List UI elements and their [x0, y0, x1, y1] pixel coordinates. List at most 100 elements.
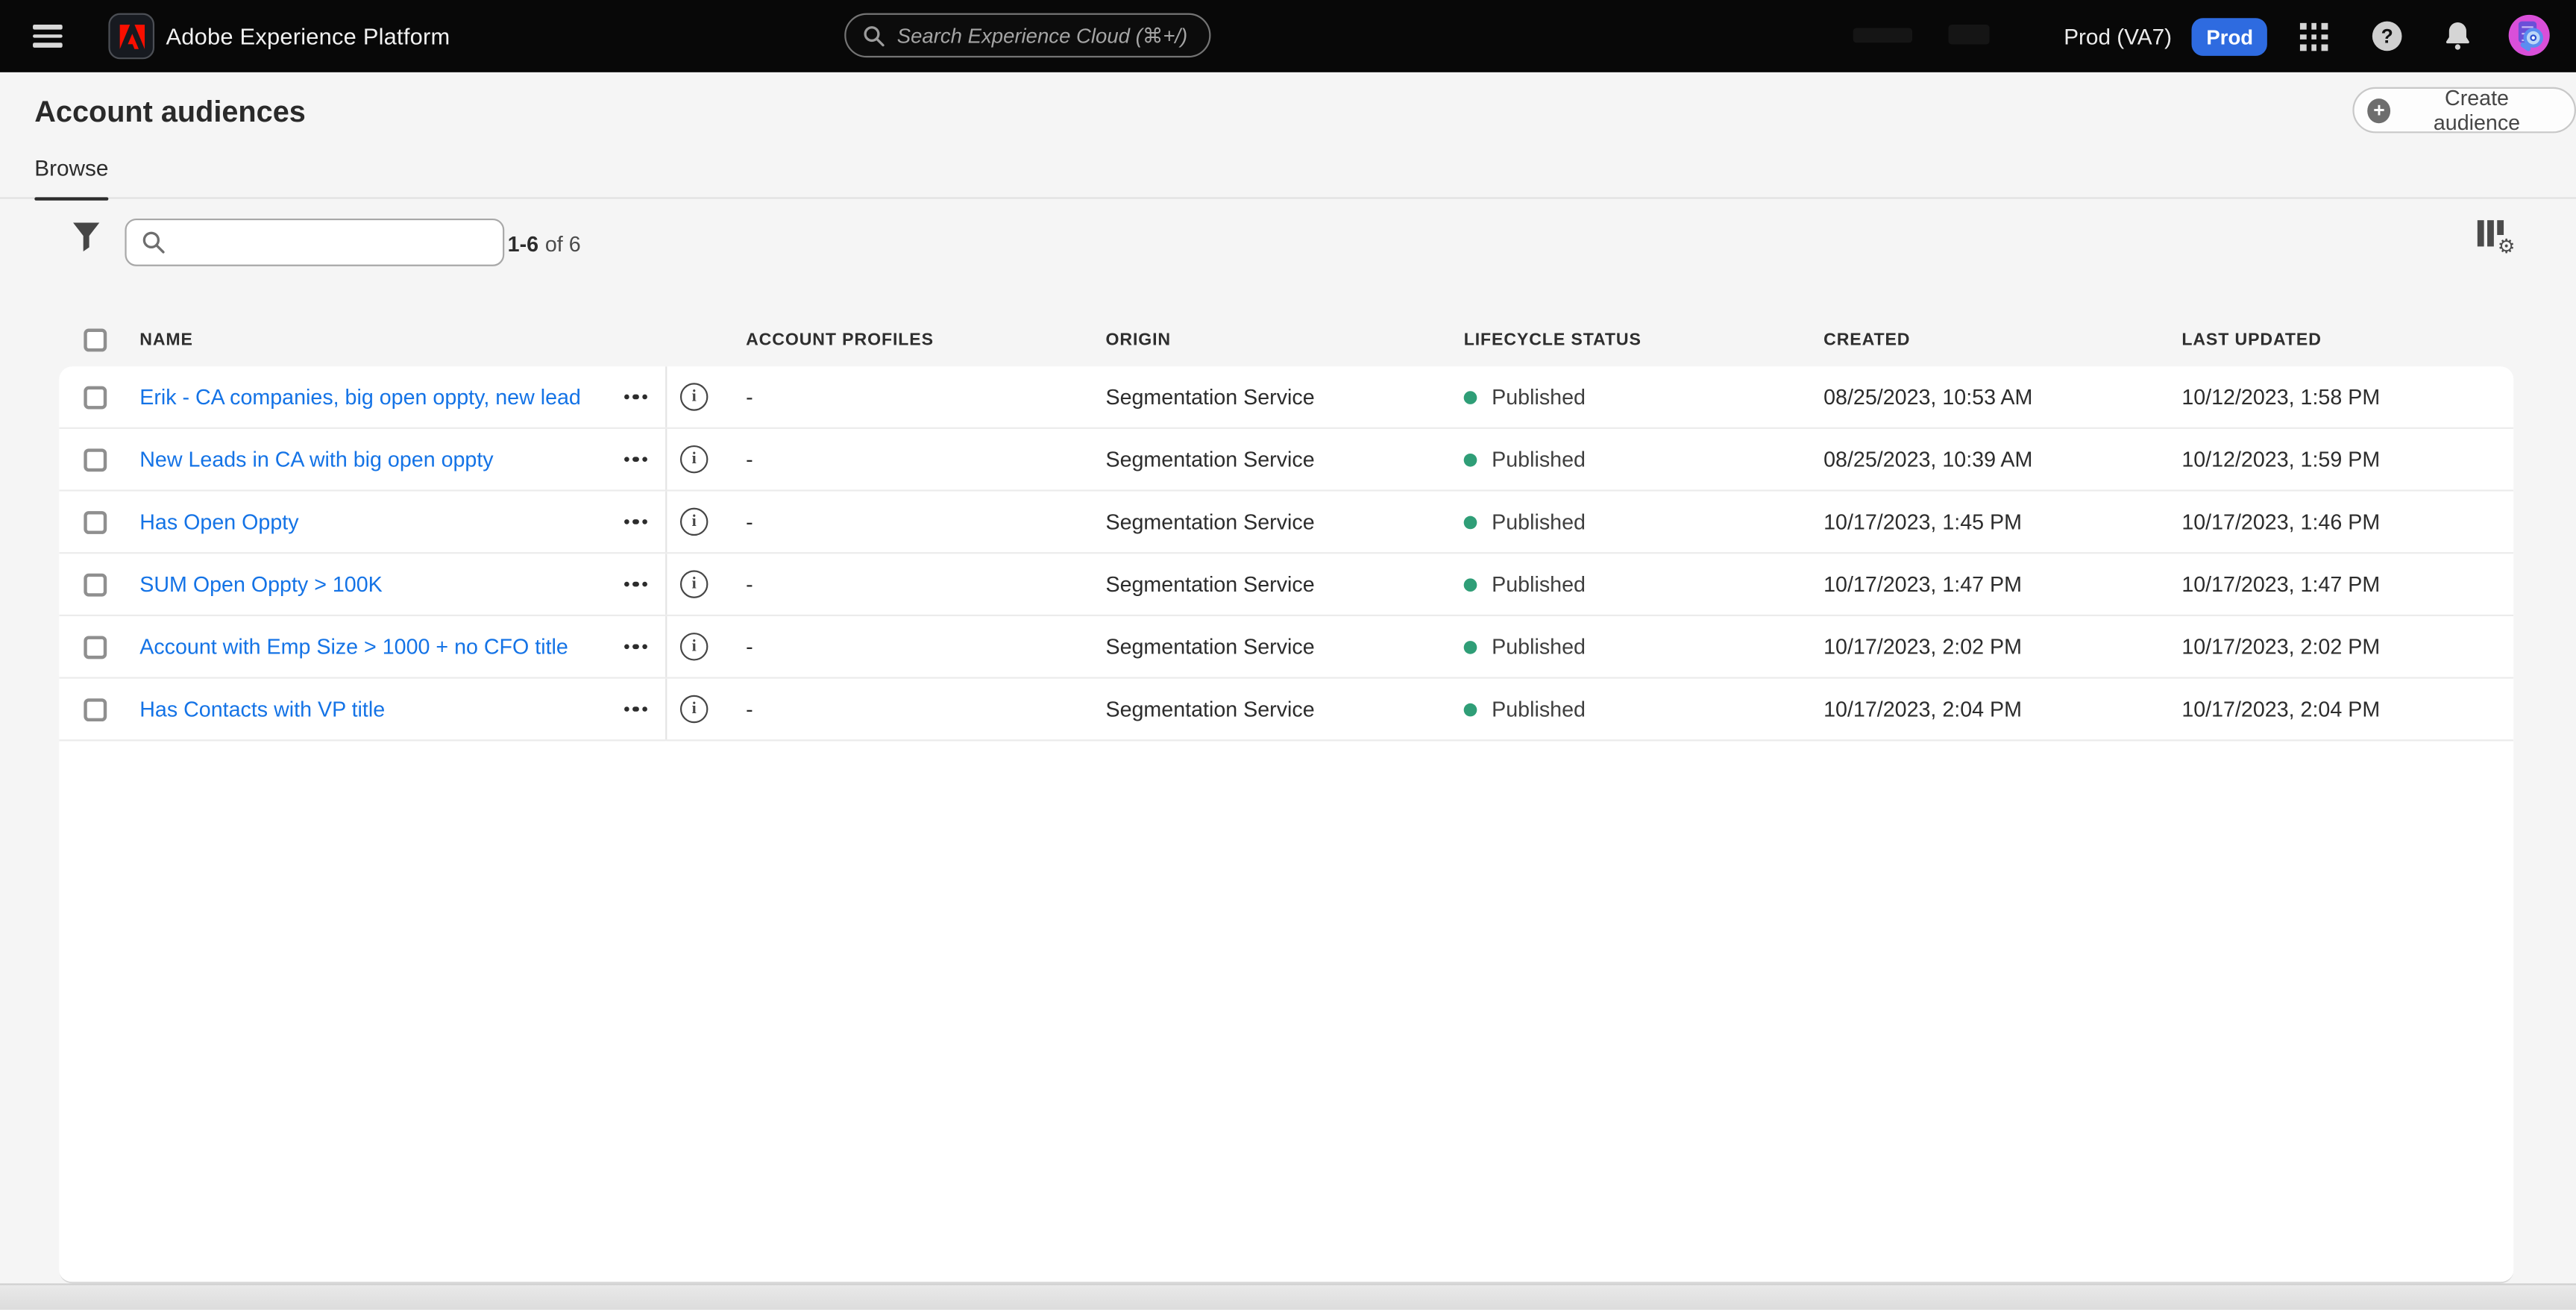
updated-cell: 10/17/2023, 1:47 PM: [2181, 572, 2513, 597]
updated-cell: 10/17/2023, 2:04 PM: [2181, 697, 2513, 721]
row-actions-menu-icon[interactable]: [606, 394, 665, 399]
row-actions-menu-icon[interactable]: [606, 644, 665, 649]
row-checkbox[interactable]: [84, 510, 107, 533]
row-actions-menu-icon[interactable]: [606, 706, 665, 712]
create-audience-button[interactable]: + Create audience: [2352, 87, 2576, 134]
lifecycle-status-cell: Published: [1464, 572, 1823, 597]
row-checkbox[interactable]: [84, 448, 107, 471]
status-label: Published: [1492, 384, 1586, 409]
audience-name-link[interactable]: Account with Emp Size > 1000 + no CFO ti…: [139, 634, 606, 659]
row-actions-menu-icon[interactable]: [606, 582, 665, 587]
audience-name-link[interactable]: New Leads in CA with big open oppty: [139, 447, 606, 471]
row-checkbox[interactable]: [84, 386, 107, 409]
column-header-last-updated[interactable]: LAST UPDATED: [2181, 330, 2513, 349]
status-dot-icon: [1464, 577, 1477, 591]
account-profiles-cell: -: [746, 447, 1105, 471]
audience-name-link[interactable]: SUM Open Oppty > 100K: [139, 572, 606, 597]
hamburger-menu-icon[interactable]: [33, 25, 63, 48]
origin-cell: Segmentation Service: [1105, 697, 1463, 721]
adobe-logo[interactable]: [108, 13, 154, 60]
created-cell: 10/17/2023, 2:04 PM: [1823, 697, 2181, 721]
search-icon: [862, 24, 885, 47]
column-header-name[interactable]: NAME: [139, 330, 606, 349]
plus-icon: +: [2367, 98, 2390, 122]
user-avatar[interactable]: [2509, 15, 2550, 56]
origin-cell: Segmentation Service: [1105, 510, 1463, 534]
account-profiles-cell: -: [746, 510, 1105, 534]
lifecycle-status-cell: Published: [1464, 634, 1823, 659]
adobe-a-icon: [118, 24, 145, 48]
table-row: New Leads in CA with big open oppty i - …: [59, 429, 2513, 492]
info-icon[interactable]: i: [680, 383, 708, 410]
app-window: Adobe Experience Platform Prod (VA7) Pro…: [0, 0, 2576, 1310]
status-label: Published: [1492, 697, 1586, 721]
info-icon[interactable]: i: [680, 508, 708, 536]
row-actions-menu-icon[interactable]: [606, 457, 665, 462]
tab-browse[interactable]: Browse: [34, 156, 108, 195]
info-icon[interactable]: i: [680, 570, 708, 598]
page-header: Account audiences + Create audience Brow…: [0, 72, 2576, 199]
environment-badge[interactable]: Prod: [2192, 18, 2268, 56]
table-row: Has Contacts with VP title i - Segmentat…: [59, 679, 2513, 742]
account-profiles-cell: -: [746, 572, 1105, 597]
updated-cell: 10/17/2023, 1:46 PM: [2181, 510, 2513, 534]
lifecycle-status-cell: Published: [1464, 447, 1823, 471]
environment-label: Prod (VA7): [2064, 0, 2172, 72]
origin-cell: Segmentation Service: [1105, 572, 1463, 597]
notifications-bell-icon[interactable]: [2443, 19, 2473, 51]
created-cell: 10/17/2023, 2:02 PM: [1823, 634, 2181, 659]
table-row: Account with Emp Size > 1000 + no CFO ti…: [59, 616, 2513, 679]
audience-name-link[interactable]: Erik - CA companies, big open oppty, new…: [139, 384, 606, 409]
column-settings-icon[interactable]: ⚙: [2478, 220, 2513, 250]
column-header-origin[interactable]: ORIGIN: [1105, 330, 1463, 349]
info-icon[interactable]: i: [680, 633, 708, 660]
audience-name-link[interactable]: Has Contacts with VP title: [139, 697, 606, 721]
filter-icon[interactable]: [72, 222, 100, 251]
updated-cell: 10/12/2023, 1:58 PM: [2181, 384, 2513, 409]
global-search-input[interactable]: [897, 24, 1193, 47]
app-title: Adobe Experience Platform: [166, 0, 450, 72]
global-top-bar: Adobe Experience Platform Prod (VA7) Pro…: [0, 0, 2576, 72]
account-profiles-cell: -: [746, 634, 1105, 659]
status-dot-icon: [1464, 640, 1477, 654]
info-icon[interactable]: i: [680, 695, 708, 723]
global-search[interactable]: [844, 13, 1210, 57]
table-row: SUM Open Oppty > 100K i - Segmentation S…: [59, 554, 2513, 616]
account-profiles-cell: -: [746, 384, 1105, 409]
lifecycle-status-cell: Published: [1464, 384, 1823, 409]
created-cell: 08/25/2023, 10:39 AM: [1823, 447, 2181, 471]
created-cell: 10/17/2023, 1:47 PM: [1823, 572, 2181, 597]
created-cell: 08/25/2023, 10:53 AM: [1823, 384, 2181, 409]
audiences-table: Erik - CA companies, big open oppty, new…: [59, 366, 2513, 1283]
row-checkbox[interactable]: [84, 635, 107, 658]
origin-cell: Segmentation Service: [1105, 384, 1463, 409]
origin-cell: Segmentation Service: [1105, 634, 1463, 659]
help-icon[interactable]: ?: [2372, 22, 2402, 51]
app-switcher-icon[interactable]: [2300, 23, 2328, 51]
redacted-text: [1853, 28, 1912, 43]
status-label: Published: [1492, 572, 1586, 597]
lifecycle-status-cell: Published: [1464, 697, 1823, 721]
select-all-checkbox[interactable]: [84, 328, 107, 351]
bottom-strip: [0, 1283, 2576, 1309]
table-search-input[interactable]: [178, 230, 488, 254]
table-search[interactable]: [125, 219, 504, 266]
table-row: Erik - CA companies, big open oppty, new…: [59, 366, 2513, 429]
column-header-lifecycle-status[interactable]: LIFECYCLE STATUS: [1464, 330, 1823, 349]
table-row: Has Open Oppty i - Segmentation Service …: [59, 492, 2513, 554]
updated-cell: 10/17/2023, 2:02 PM: [2181, 634, 2513, 659]
column-header-created[interactable]: CREATED: [1823, 330, 2181, 349]
row-checkbox[interactable]: [84, 698, 107, 721]
table-header-row: NAME ACCOUNT PROFILES ORIGIN LIFECYCLE S…: [59, 313, 2513, 367]
column-header-account-profiles[interactable]: ACCOUNT PROFILES: [746, 330, 1105, 349]
row-checkbox[interactable]: [84, 573, 107, 596]
result-count: 1-6of 6: [508, 199, 581, 289]
status-label: Published: [1492, 510, 1586, 534]
info-icon[interactable]: i: [680, 445, 708, 473]
status-dot-icon: [1464, 703, 1477, 716]
created-cell: 10/17/2023, 1:45 PM: [1823, 510, 2181, 534]
row-actions-menu-icon[interactable]: [606, 519, 665, 524]
search-icon: [141, 230, 166, 254]
account-profiles-cell: -: [746, 697, 1105, 721]
audience-name-link[interactable]: Has Open Oppty: [139, 510, 606, 534]
